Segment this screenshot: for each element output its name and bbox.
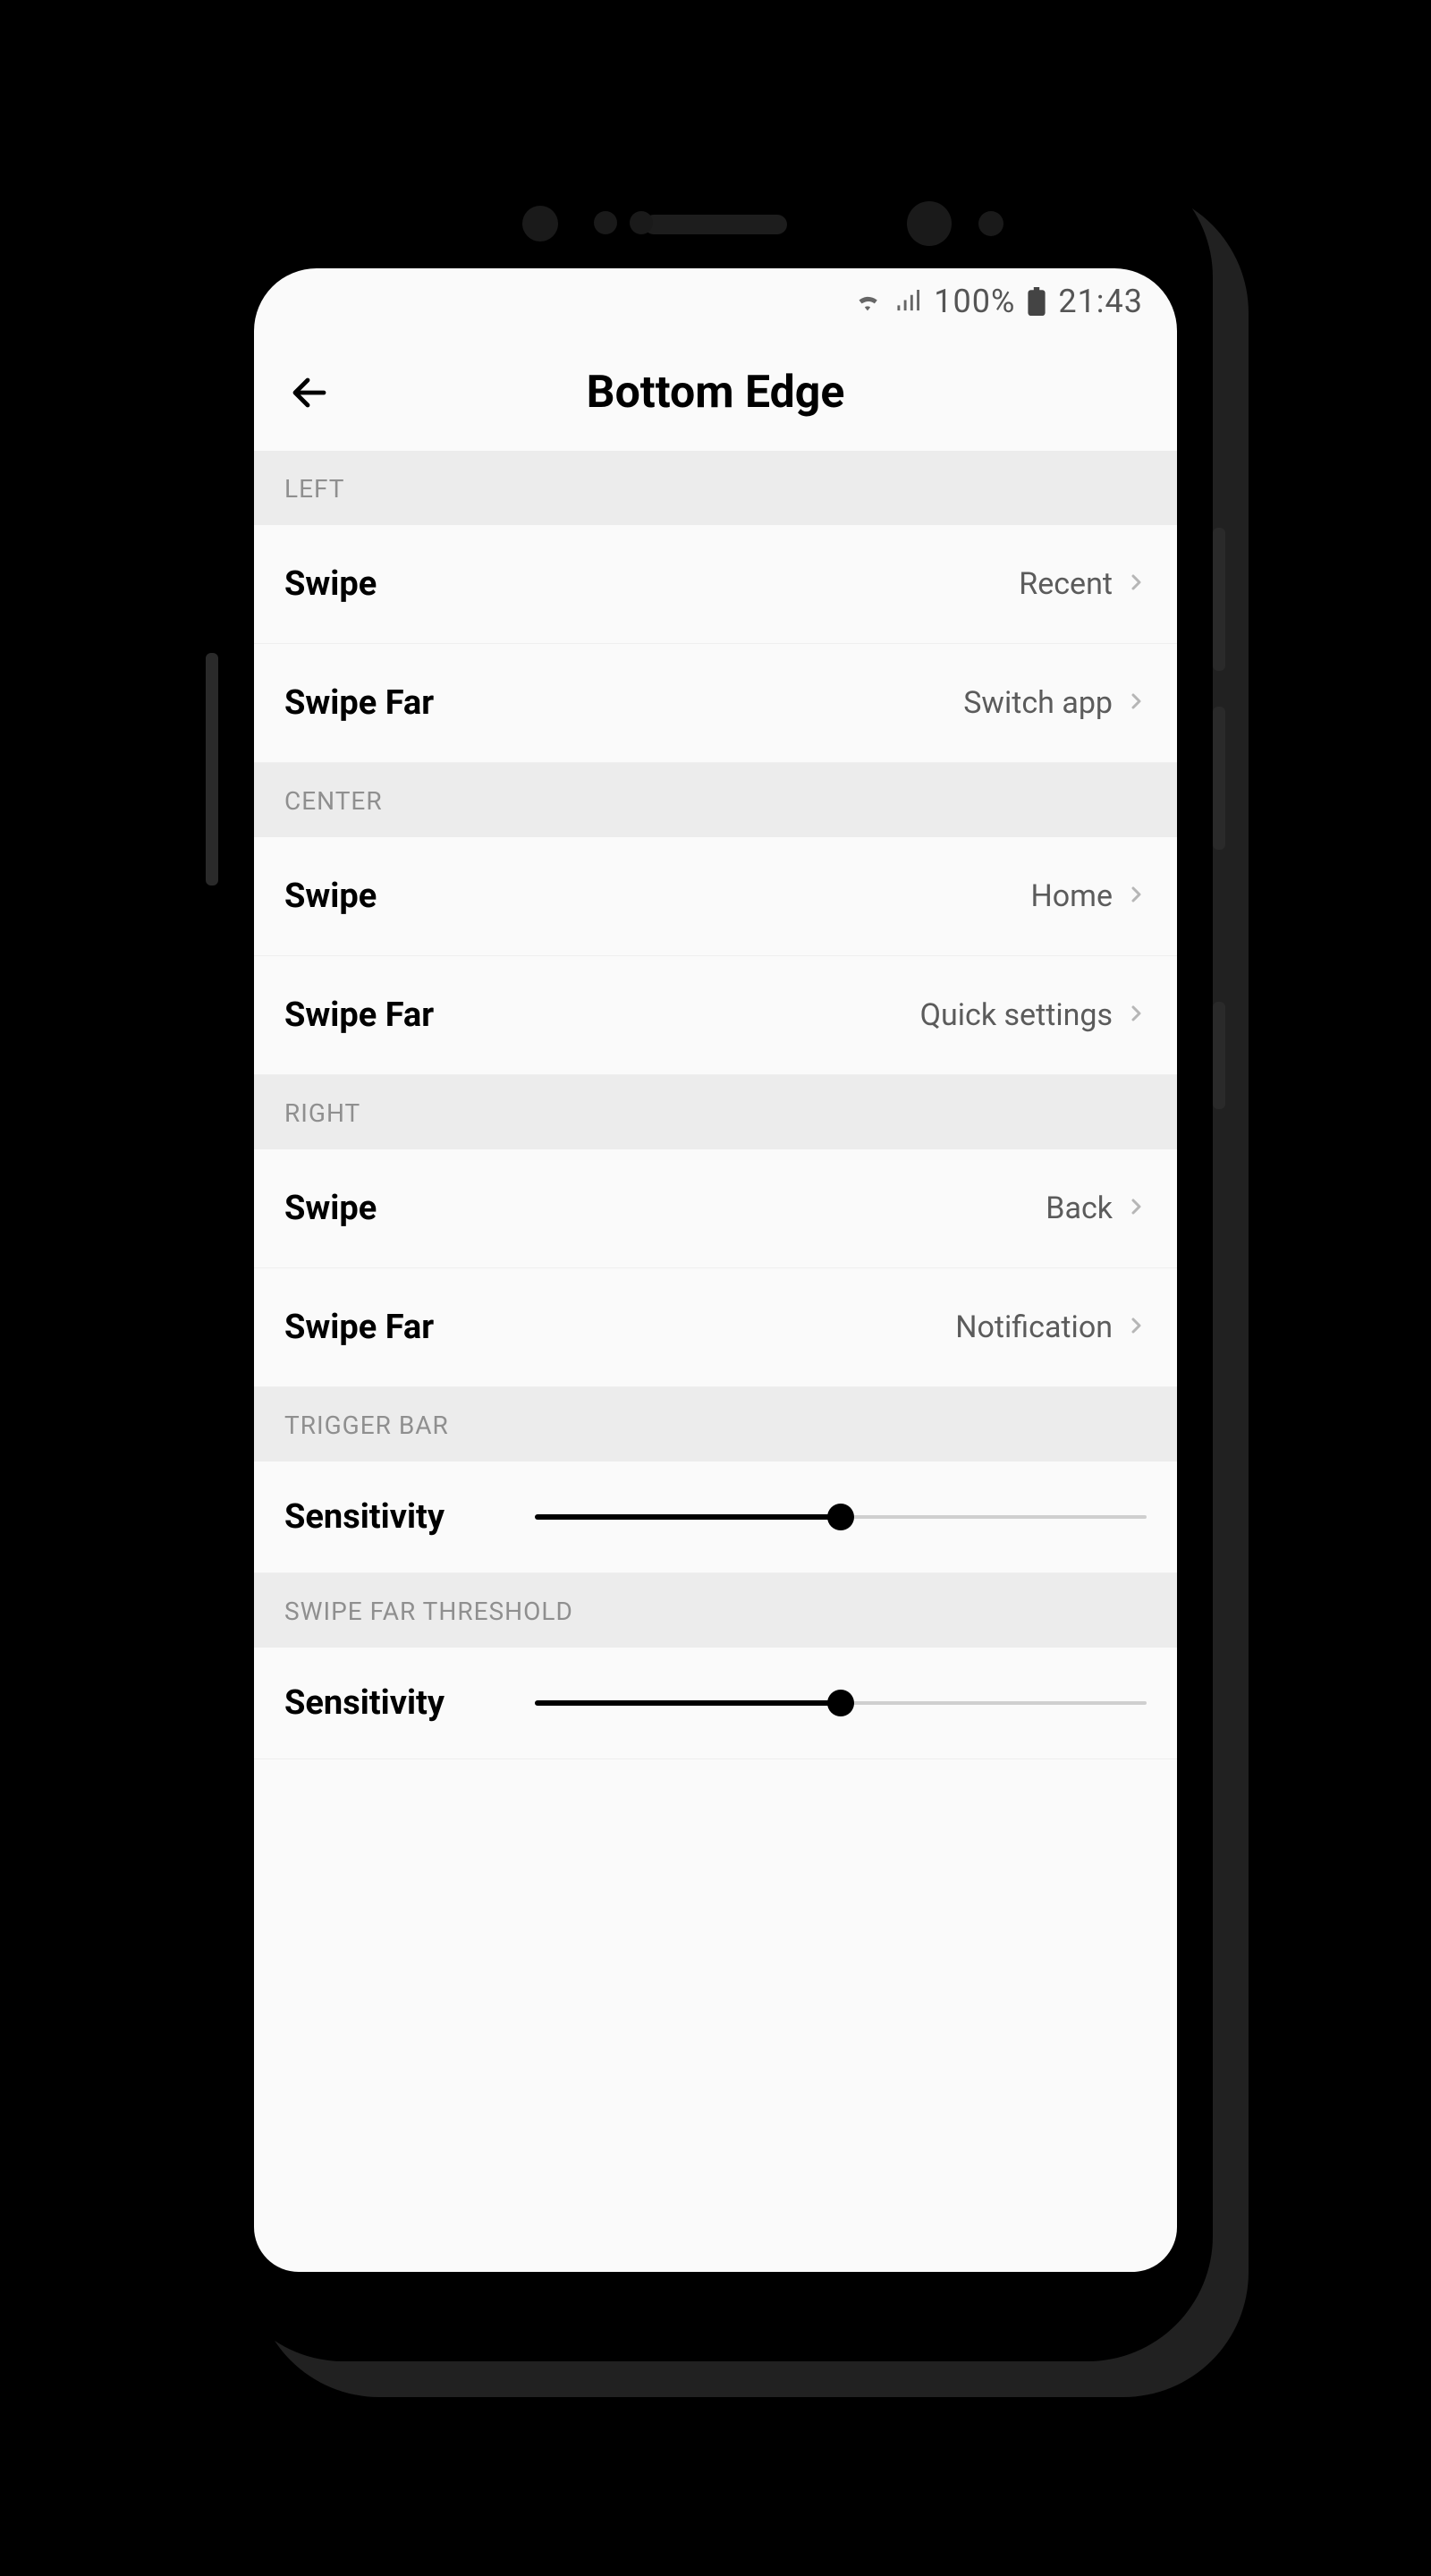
chevron-right-icon — [1125, 572, 1147, 597]
row-label: Swipe — [284, 877, 377, 916]
chevron-right-icon — [1125, 884, 1147, 909]
row-value: Quick settings — [920, 997, 1113, 1033]
phone-camera — [907, 201, 952, 246]
row-label: Swipe — [284, 564, 377, 604]
page-title: Bottom Edge — [587, 367, 845, 419]
battery-icon — [1028, 287, 1046, 316]
section-header-center: CENTER — [254, 763, 1177, 837]
slider-label: Sensitivity — [284, 1497, 499, 1537]
row-right-swipefar[interactable]: Swipe Far Notification — [254, 1268, 1177, 1387]
chevron-right-icon — [1125, 691, 1147, 716]
phone-frame: 100% 21:43 Bottom Edge LEFT Swipe — [218, 152, 1213, 2361]
row-label: Swipe Far — [284, 683, 434, 723]
section-header-right: RIGHT — [254, 1075, 1177, 1149]
chevron-right-icon — [1125, 1315, 1147, 1340]
phone-sensor — [594, 211, 617, 234]
phone-side-button — [1213, 528, 1225, 671]
phone-speaker — [644, 215, 787, 234]
row-label: Swipe — [284, 1189, 377, 1228]
row-center-swipefar[interactable]: Swipe Far Quick settings — [254, 956, 1177, 1075]
chevron-right-icon — [1125, 1003, 1147, 1028]
row-center-swipe[interactable]: Swipe Home — [254, 837, 1177, 956]
back-button[interactable] — [277, 360, 342, 425]
row-trigger-sensitivity: Sensitivity — [254, 1462, 1177, 1573]
sensitivity-slider-trigger[interactable] — [535, 1499, 1147, 1535]
clock: 21:43 — [1058, 283, 1143, 320]
row-right-swipe[interactable]: Swipe Back — [254, 1149, 1177, 1268]
phone-side-button — [206, 653, 218, 886]
wifi-icon — [853, 290, 882, 313]
slider-label: Sensitivity — [284, 1683, 499, 1723]
signal-icon — [894, 290, 921, 313]
phone-sensor — [630, 211, 653, 234]
screen: 100% 21:43 Bottom Edge LEFT Swipe — [254, 268, 1177, 2272]
row-label: Swipe Far — [284, 1308, 434, 1347]
row-label: Swipe Far — [284, 996, 434, 1035]
settings-list: LEFT Swipe Recent Swipe Far Switch app C… — [254, 451, 1177, 2272]
row-threshold-sensitivity: Sensitivity — [254, 1648, 1177, 1759]
row-value: Recent — [1019, 566, 1113, 602]
phone-sensor — [522, 206, 558, 242]
phone-sensor — [978, 211, 1003, 236]
section-header-left: LEFT — [254, 451, 1177, 525]
chevron-right-icon — [1125, 1196, 1147, 1221]
section-header-trigger: TRIGGER BAR — [254, 1387, 1177, 1462]
row-left-swipefar[interactable]: Swipe Far Switch app — [254, 644, 1177, 763]
row-value: Back — [1046, 1191, 1113, 1226]
row-value: Switch app — [963, 685, 1113, 721]
sensitivity-slider-threshold[interactable] — [535, 1685, 1147, 1721]
status-bar: 100% 21:43 — [254, 268, 1177, 335]
phone-side-button — [1213, 707, 1225, 850]
app-bar: Bottom Edge — [254, 335, 1177, 451]
battery-percent: 100% — [934, 283, 1015, 320]
row-value: Home — [1031, 878, 1113, 914]
phone-side-button — [1213, 1002, 1225, 1109]
section-header-threshold: SWIPE FAR THRESHOLD — [254, 1573, 1177, 1648]
row-value: Notification — [955, 1309, 1113, 1345]
row-left-swipe[interactable]: Swipe Recent — [254, 525, 1177, 644]
